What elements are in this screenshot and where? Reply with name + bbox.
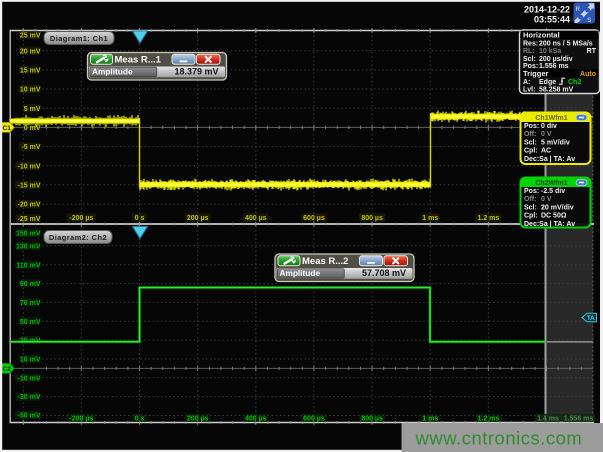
svg-text:1.4 ms: 1.4 ms	[537, 415, 559, 422]
svg-text:R: R	[576, 7, 581, 13]
svg-text:15 mV: 15 mV	[20, 68, 41, 75]
svg-text:1 ms: 1 ms	[422, 415, 438, 422]
svg-text:-15 mV: -15 mV	[18, 183, 41, 190]
svg-text:Diagram2: Ch2: Diagram2: Ch2	[49, 233, 107, 242]
svg-text:Horizontal: Horizontal	[523, 31, 560, 40]
svg-text:RL:: RL:	[523, 48, 535, 55]
svg-text:1.2 ms: 1.2 ms	[478, 215, 500, 222]
svg-text:2014-12-22: 2014-12-22	[524, 5, 570, 15]
svg-text:110 mV: 110 mV	[16, 262, 40, 269]
svg-text:200 µs: 200 µs	[187, 215, 209, 222]
svg-text:Off:: Off:	[524, 196, 536, 203]
svg-text:Pos:: Pos:	[524, 188, 539, 195]
svg-text:1 ms: 1 ms	[422, 215, 438, 222]
svg-text:Dec:Sa | TA: Av: Dec:Sa | TA: Av	[524, 156, 575, 163]
svg-text:400 µs: 400 µs	[245, 415, 267, 422]
svg-text:-10 mV: -10 mV	[18, 375, 41, 382]
svg-text:C1: C1	[3, 125, 12, 132]
svg-text:S: S	[587, 18, 591, 24]
svg-text:600 µs: 600 µs	[303, 415, 325, 422]
svg-text:Edge: Edge	[539, 79, 556, 86]
svg-text:0 mV: 0 mV	[24, 125, 41, 132]
svg-text:Cpl:: Cpl:	[524, 148, 538, 155]
svg-text:70 mV: 70 mV	[20, 300, 41, 307]
svg-text:Amplitude: Amplitude	[92, 67, 133, 77]
svg-text:800 µs: 800 µs	[361, 215, 383, 222]
svg-text:Meas R...1: Meas R...1	[115, 55, 162, 66]
svg-text:0 s: 0 s	[135, 215, 145, 222]
svg-text:Diagram1: Ch1: Diagram1: Ch1	[50, 34, 108, 43]
svg-text:-50 mV: -50 mV	[18, 413, 41, 420]
svg-text:5 mV: 5 mV	[24, 106, 41, 113]
svg-text:Trigger: Trigger	[523, 69, 549, 78]
svg-text:AC: AC	[541, 148, 551, 155]
svg-text:58.258 mV: 58.258 mV	[539, 86, 574, 93]
svg-text:Cpl:: Cpl:	[524, 213, 538, 220]
svg-text:www.cntronics.com: www.cntronics.com	[415, 428, 583, 449]
svg-text:DC 50Ω: DC 50Ω	[541, 213, 567, 220]
svg-text:Ch1Wfm1: Ch1Wfm1	[535, 115, 567, 122]
svg-text:400 µs: 400 µs	[245, 215, 267, 222]
svg-text:RT: RT	[587, 48, 597, 55]
svg-text:-200 µs: -200 µs	[69, 415, 93, 422]
svg-text:200 µs/div: 200 µs/div	[539, 56, 573, 63]
svg-text:0 div: 0 div	[541, 123, 557, 130]
svg-text:50 mV: 50 mV	[20, 319, 41, 326]
svg-text:-5 mV: -5 mV	[21, 144, 40, 151]
svg-text:800 µs: 800 µs	[361, 415, 383, 422]
svg-text:Pos:: Pos:	[524, 123, 539, 130]
svg-text:Auto: Auto	[580, 71, 596, 78]
svg-text:Meas R...2: Meas R...2	[302, 256, 348, 267]
svg-text:A:: A:	[523, 79, 530, 86]
svg-text:TA: TA	[587, 316, 595, 322]
svg-text:-10 mV: -10 mV	[18, 163, 41, 170]
svg-text:Ch2Wfm1: Ch2Wfm1	[535, 180, 567, 187]
svg-text:Ch2: Ch2	[568, 79, 581, 86]
svg-text:-200 µs: -200 µs	[69, 215, 93, 222]
svg-text:-20 mV: -20 mV	[18, 202, 41, 209]
svg-text:5 mV/div: 5 mV/div	[541, 139, 570, 146]
svg-text:C2: C2	[3, 366, 12, 373]
svg-text:200 ns / 5 MSa/s: 200 ns / 5 MSa/s	[539, 41, 593, 48]
svg-text:25 mV: 25 mV	[20, 33, 41, 40]
svg-text:Dec:Sa | TA: Av: Dec:Sa | TA: Av	[524, 221, 575, 228]
svg-text:Scl:: Scl:	[524, 204, 537, 211]
svg-text:200 µs: 200 µs	[187, 415, 209, 422]
svg-text:0 V: 0 V	[541, 131, 552, 138]
svg-text:90 mV: 90 mV	[20, 281, 41, 288]
svg-text:Lvl:: Lvl:	[523, 86, 535, 93]
svg-text:-25 mV: -25 mV	[18, 216, 41, 223]
svg-text:10 mV: 10 mV	[20, 357, 41, 364]
svg-text:-2.5 div: -2.5 div	[541, 188, 565, 195]
svg-text:10 mV: 10 mV	[20, 87, 41, 94]
svg-text:Off:: Off:	[524, 131, 536, 138]
svg-text:600 µs: 600 µs	[303, 215, 325, 222]
svg-text:10 kSa: 10 kSa	[539, 48, 561, 55]
svg-text:0 V: 0 V	[541, 196, 552, 203]
svg-text:1.556 ms: 1.556 ms	[564, 415, 594, 422]
svg-text:03:55:44: 03:55:44	[534, 14, 570, 24]
svg-text:-30 mV: -30 mV	[18, 394, 41, 401]
svg-text:20 mV/div: 20 mV/div	[541, 204, 574, 211]
svg-text:130 mV: 130 mV	[16, 243, 41, 250]
svg-text:20 mV: 20 mV	[20, 48, 41, 55]
svg-text:1.2 ms: 1.2 ms	[478, 415, 500, 422]
svg-text:57.708 mV: 57.708 mV	[362, 268, 406, 278]
svg-text:Res:: Res:	[523, 41, 538, 48]
svg-text:18.379 mV: 18.379 mV	[174, 67, 218, 77]
svg-text:Amplitude: Amplitude	[280, 268, 321, 278]
svg-text:Scl:: Scl:	[524, 139, 537, 146]
svg-text:Scl:: Scl:	[523, 56, 536, 63]
svg-text:0 s: 0 s	[135, 415, 145, 422]
svg-text:150 mV: 150 mV	[16, 231, 41, 238]
